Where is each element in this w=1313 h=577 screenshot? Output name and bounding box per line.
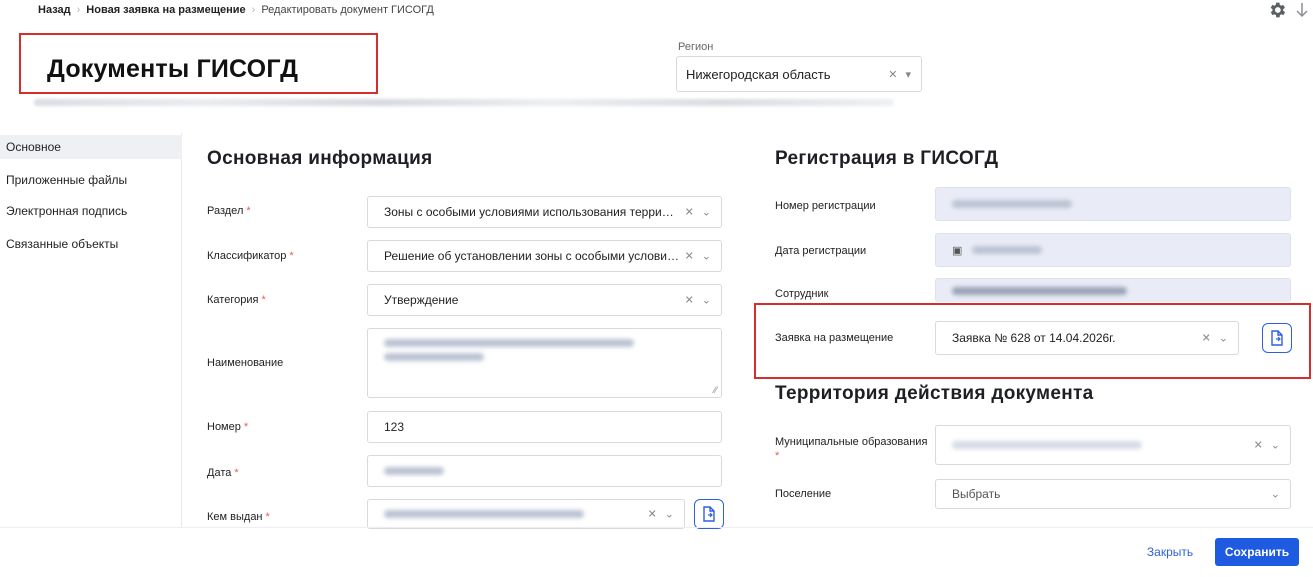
clear-icon[interactable]: ✕: [685, 206, 694, 219]
top-toolbar: [1267, 0, 1309, 20]
reg-date-input[interactable]: ▣: [935, 233, 1291, 267]
klassifikator-value: Решение об установлении зоны с особыми у…: [384, 249, 679, 263]
save-button[interactable]: Сохранить: [1215, 538, 1299, 566]
chevron-down-icon[interactable]: ⌄: [702, 206, 711, 219]
nav-item-e-signature[interactable]: Электронная подпись: [0, 199, 182, 223]
poselenie-placeholder: Выбрать: [952, 487, 1001, 501]
zayavka-value: Заявка № 628 от 14.04.2026г.: [952, 331, 1116, 345]
blurred-description: [34, 99, 894, 106]
clear-icon[interactable]: ✕: [1202, 332, 1211, 345]
mo-label: Муниципальные образования *: [775, 436, 928, 462]
region-label: Регион: [678, 41, 714, 53]
chevron-down-icon[interactable]: ⌄: [1271, 488, 1280, 501]
klassifikator-label: Классификатор *: [207, 250, 294, 262]
breadcrumb-parent-link[interactable]: Новая заявка на размещение: [86, 4, 245, 16]
chevron-down-icon[interactable]: ⌄: [1271, 439, 1280, 452]
open-document-button[interactable]: [694, 499, 724, 529]
blurred-date: [972, 246, 1043, 254]
region-select[interactable]: Нижегородская область ✕ ▾: [676, 56, 922, 92]
klassifikator-select[interactable]: Решение об установлении зоны с особыми у…: [367, 240, 722, 272]
arrow-down-icon[interactable]: [1295, 1, 1309, 19]
document-icon: [1271, 330, 1283, 346]
chevron-down-icon[interactable]: ▾: [905, 68, 911, 81]
footer-divider: [0, 527, 1313, 528]
nav-item-attached-files[interactable]: Приложенные файлы: [0, 168, 182, 192]
reg-number-input[interactable]: [935, 187, 1291, 221]
blurred-value: [952, 441, 1142, 449]
kategoriya-select[interactable]: Утверждение ✕ ⌄: [367, 284, 722, 316]
employee-input[interactable]: [935, 278, 1291, 302]
kem-vydan-select[interactable]: ✕ ⌄: [367, 499, 685, 529]
document-icon: [703, 506, 715, 522]
blurred-value: [952, 286, 1127, 295]
clear-icon[interactable]: ✕: [1254, 439, 1263, 452]
data-input[interactable]: [367, 455, 722, 487]
clear-icon[interactable]: ✕: [888, 68, 897, 81]
kem-vydan-label: Кем выдан *: [207, 511, 270, 523]
nomer-label: Номер *: [207, 421, 249, 433]
employee-label: Сотрудник: [775, 288, 829, 300]
nomer-input[interactable]: 123: [367, 411, 722, 443]
blurred-text: [384, 339, 634, 361]
page-title: Документы ГИСОГД: [47, 55, 299, 83]
breadcrumb-current: Редактировать документ ГИСОГД: [261, 4, 434, 16]
poselenie-select[interactable]: Выбрать ⌄: [935, 479, 1291, 509]
razdel-select[interactable]: Зоны с особыми условиями использования т…: [367, 196, 722, 228]
chevron-right-icon: ›: [251, 4, 256, 16]
clear-icon[interactable]: ✕: [648, 508, 657, 521]
close-button[interactable]: Закрыть: [1136, 538, 1204, 566]
blurred-value: [952, 200, 1072, 208]
gear-icon[interactable]: [1267, 0, 1287, 20]
poselenie-label: Поселение: [775, 488, 832, 500]
clear-icon[interactable]: ✕: [685, 250, 694, 263]
nomer-value: 123: [384, 420, 405, 434]
zayavka-select[interactable]: Заявка № 628 от 14.04.2026г. ✕ ⌄: [935, 321, 1239, 355]
reg-number-label: Номер регистрации: [775, 200, 876, 212]
nav-item-main[interactable]: Основное: [0, 135, 182, 159]
open-zayavka-button[interactable]: [1262, 323, 1292, 353]
chevron-down-icon[interactable]: ⌄: [665, 508, 674, 521]
naimenovanie-label: Наименование: [207, 357, 284, 369]
razdel-value: Зоны с особыми условиями использования т…: [384, 205, 674, 219]
main-info-title: Основная информация: [207, 148, 433, 169]
chevron-down-icon[interactable]: ⌄: [702, 250, 711, 263]
nav-item-related-objects[interactable]: Связанные объекты: [0, 232, 182, 256]
breadcrumb-back-link[interactable]: Назад: [38, 4, 71, 16]
breadcrumb: Назад › Новая заявка на размещение › Ред…: [38, 4, 434, 16]
blurred-date: [384, 467, 444, 475]
kategoriya-label: Категория *: [207, 294, 266, 306]
blurred-value: [384, 510, 584, 518]
reg-date-label: Дата регистрации: [775, 245, 867, 257]
territory-title: Территория действия документа: [775, 383, 1094, 404]
resize-handle-icon[interactable]: ⁄⁄: [714, 385, 717, 395]
kategoriya-value: Утверждение: [384, 293, 459, 307]
clear-icon[interactable]: ✕: [685, 294, 694, 307]
razdel-label: Раздел *: [207, 205, 251, 217]
chevron-down-icon[interactable]: ⌄: [702, 294, 711, 307]
calendar-icon: ▣: [952, 244, 963, 257]
zayavka-label: Заявка на размещение: [775, 332, 894, 344]
data-label: Дата *: [207, 467, 239, 479]
naimenovanie-textarea[interactable]: ⁄⁄: [367, 328, 722, 398]
mo-select[interactable]: ✕ ⌄: [935, 425, 1291, 465]
side-nav: Основное Приложенные файлы Электронная п…: [0, 133, 182, 527]
registration-title: Регистрация в ГИСОГД: [775, 148, 999, 169]
region-value: Нижегородская область: [686, 66, 831, 82]
chevron-down-icon[interactable]: ⌄: [1219, 332, 1228, 345]
chevron-right-icon: ›: [76, 4, 81, 16]
